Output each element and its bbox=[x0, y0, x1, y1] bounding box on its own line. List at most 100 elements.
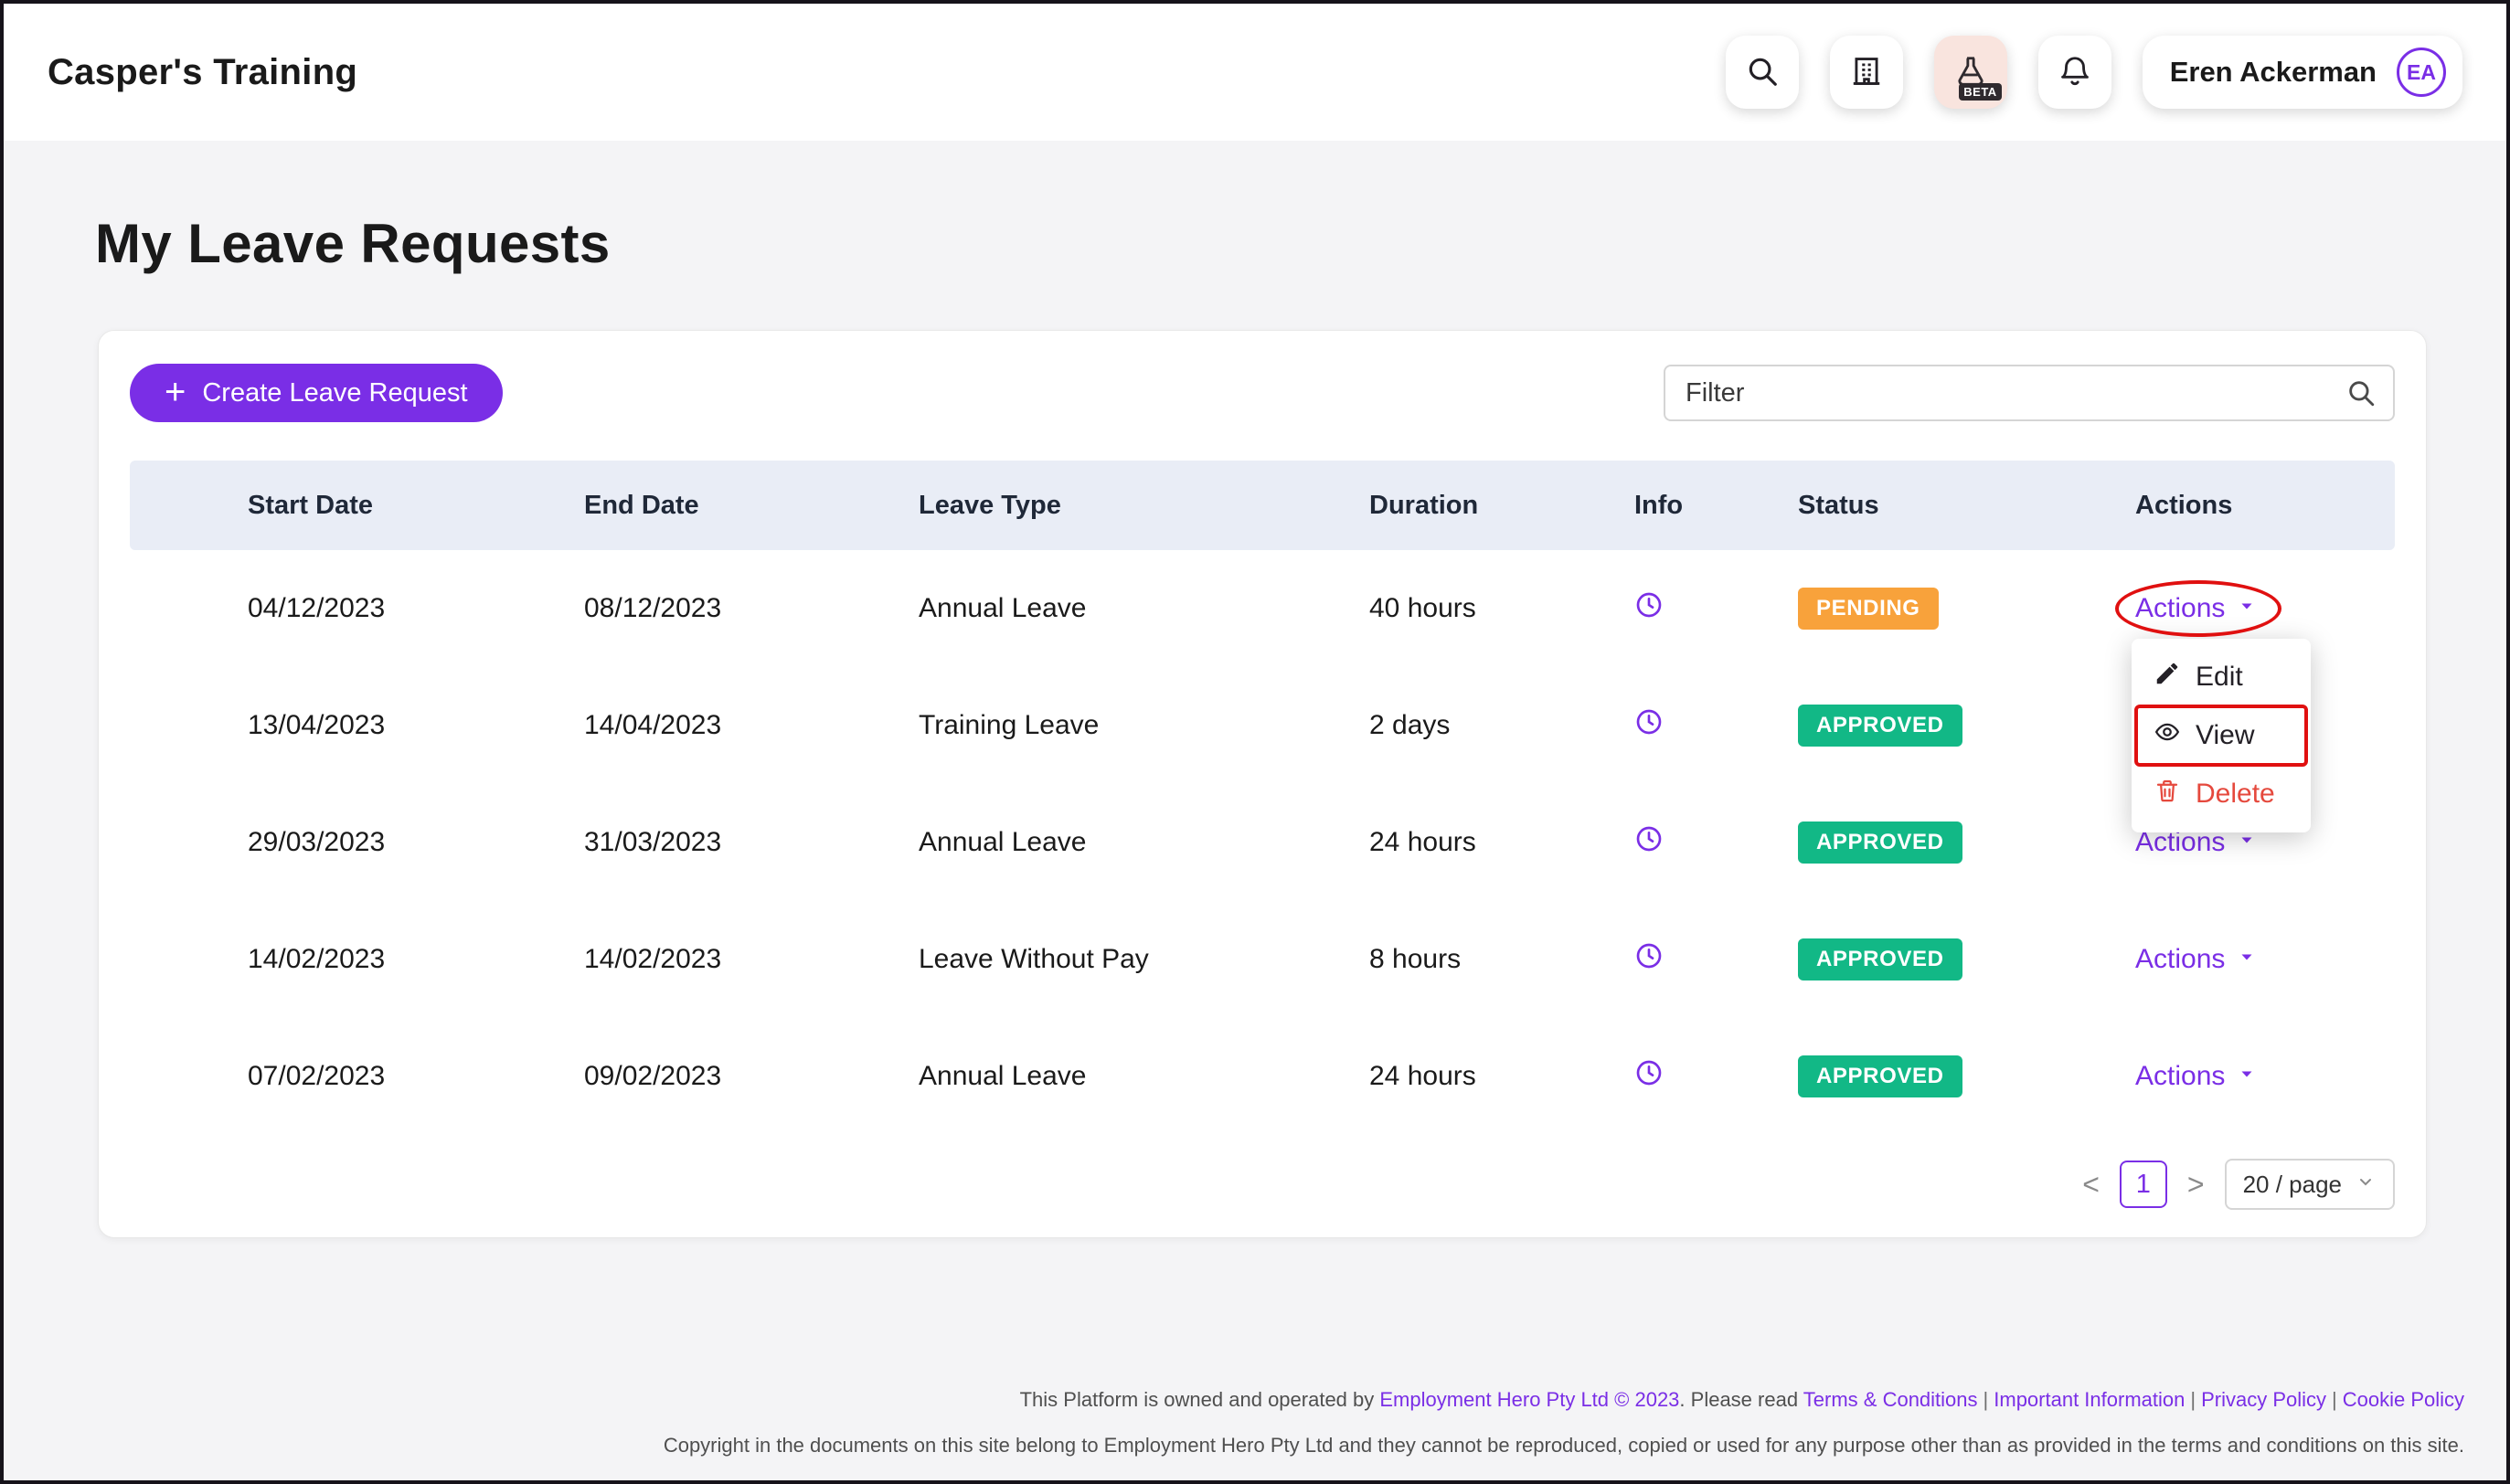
column-header-start-date: Start Date bbox=[248, 491, 584, 521]
clock-icon[interactable] bbox=[1634, 1058, 1664, 1087]
menu-item-delete[interactable]: Delete bbox=[2132, 765, 2311, 823]
beta-badge: BETA bbox=[1959, 83, 2001, 101]
top-bar: Casper's Training BETA Eren Ackerman EA bbox=[4, 4, 2506, 141]
cell-duration: 24 hours bbox=[1369, 1061, 1634, 1092]
employment-hero-link[interactable]: Employment Hero Pty Ltd © 2023 bbox=[1379, 1388, 1679, 1411]
next-page-button[interactable]: > bbox=[2186, 1168, 2207, 1202]
menu-item-view[interactable]: View bbox=[2132, 706, 2311, 765]
pencil-icon bbox=[2154, 660, 2181, 694]
cell-leave-type: Annual Leave bbox=[919, 593, 1369, 624]
app-window: Casper's Training BETA Eren Ackerman EA … bbox=[0, 0, 2510, 1484]
eye-icon bbox=[2154, 718, 2181, 753]
status-badge: APPROVED bbox=[1798, 938, 1962, 980]
cell-end-date: 08/12/2023 bbox=[584, 593, 919, 624]
clock-icon[interactable] bbox=[1634, 941, 1664, 970]
clock-icon[interactable] bbox=[1634, 707, 1664, 737]
search-icon[interactable] bbox=[2345, 377, 2377, 408]
notifications-button[interactable] bbox=[2038, 36, 2111, 109]
clock-icon[interactable] bbox=[1634, 824, 1664, 853]
clock-icon[interactable] bbox=[1634, 590, 1664, 620]
menu-item-view-label: View bbox=[2196, 720, 2254, 751]
current-page[interactable]: 1 bbox=[2120, 1161, 2167, 1208]
leave-requests-card: + Create Leave Request Start Date End Da… bbox=[98, 330, 2427, 1238]
card-toolbar: + Create Leave Request bbox=[130, 364, 2395, 422]
important-information-link[interactable]: Important Information bbox=[1994, 1388, 2185, 1411]
separator: | bbox=[2326, 1388, 2343, 1411]
cell-duration: 8 hours bbox=[1369, 944, 1634, 975]
cell-start-date: 07/02/2023 bbox=[248, 1061, 584, 1092]
chevron-down-icon bbox=[2236, 593, 2258, 624]
chevron-down-icon bbox=[2236, 1061, 2258, 1092]
status-badge: APPROVED bbox=[1798, 822, 1962, 864]
privacy-policy-link[interactable]: Privacy Policy bbox=[2201, 1388, 2326, 1411]
search-icon bbox=[1745, 54, 1780, 91]
organisation-button[interactable] bbox=[1830, 36, 1903, 109]
user-menu[interactable]: Eren Ackerman EA bbox=[2143, 36, 2462, 109]
footer-line-2: Copyright in the documents on this site … bbox=[664, 1431, 2464, 1460]
create-leave-request-label: Create Leave Request bbox=[202, 378, 467, 408]
cell-end-date: 14/02/2023 bbox=[584, 944, 919, 975]
table-row: 13/04/2023 14/04/2023 Training Leave 2 d… bbox=[130, 667, 2395, 784]
column-header-info: Info bbox=[1634, 491, 1798, 521]
table-header-row: Start Date End Date Leave Type Duration … bbox=[130, 461, 2395, 550]
filter-input[interactable] bbox=[1664, 365, 2395, 421]
separator: | bbox=[2185, 1388, 2201, 1411]
column-header-status: Status bbox=[1798, 491, 2135, 521]
column-header-end-date: End Date bbox=[584, 491, 919, 521]
user-name: Eren Ackerman bbox=[2170, 56, 2377, 89]
cell-start-date: 13/04/2023 bbox=[248, 710, 584, 741]
cell-leave-type: Annual Leave bbox=[919, 827, 1369, 858]
search-button[interactable] bbox=[1726, 36, 1799, 109]
building-icon bbox=[1849, 54, 1884, 91]
table-row: 04/12/2023 08/12/2023 Annual Leave 40 ho… bbox=[130, 550, 2395, 667]
cell-start-date: 04/12/2023 bbox=[248, 593, 584, 624]
prev-page-button[interactable]: < bbox=[2080, 1168, 2101, 1202]
menu-item-delete-label: Delete bbox=[2196, 779, 2275, 810]
header-actions: BETA Eren Ackerman EA bbox=[1726, 36, 2462, 109]
cell-duration: 24 hours bbox=[1369, 827, 1634, 858]
page-size-value: 20 / page bbox=[2243, 1171, 2342, 1199]
terms-conditions-link[interactable]: Terms & Conditions bbox=[1803, 1388, 1978, 1411]
menu-item-edit-label: Edit bbox=[2196, 662, 2243, 693]
actions-dropdown-button[interactable]: Actions bbox=[2135, 593, 2258, 624]
cell-leave-type: Leave Without Pay bbox=[919, 944, 1369, 975]
actions-menu: Edit View Delete bbox=[2132, 639, 2311, 832]
footer: This Platform is owned and operated by E… bbox=[664, 1385, 2464, 1460]
chevron-down-icon bbox=[2355, 1171, 2377, 1199]
page-title: My Leave Requests bbox=[95, 212, 2506, 275]
table-row: 29/03/2023 31/03/2023 Annual Leave 24 ho… bbox=[130, 784, 2395, 901]
column-header-actions: Actions bbox=[2135, 491, 2395, 521]
app-title: Casper's Training bbox=[48, 52, 357, 93]
footer-text: This Platform is owned and operated by bbox=[1020, 1388, 1380, 1411]
cookie-policy-link[interactable]: Cookie Policy bbox=[2343, 1388, 2464, 1411]
separator: | bbox=[1978, 1388, 1994, 1411]
cell-start-date: 14/02/2023 bbox=[248, 944, 584, 975]
actions-label: Actions bbox=[2135, 593, 2225, 624]
pagination: < 1 > 20 / page bbox=[130, 1159, 2395, 1210]
filter-field bbox=[1664, 365, 2395, 421]
status-badge: APPROVED bbox=[1798, 1055, 1962, 1097]
page-size-select[interactable]: 20 / page bbox=[2225, 1159, 2395, 1210]
cell-leave-type: Training Leave bbox=[919, 710, 1369, 741]
actions-dropdown-button[interactable]: Actions bbox=[2135, 1061, 2258, 1092]
menu-item-edit[interactable]: Edit bbox=[2132, 648, 2311, 706]
avatar: EA bbox=[2397, 48, 2446, 97]
status-badge: APPROVED bbox=[1798, 705, 1962, 747]
actions-label: Actions bbox=[2135, 1061, 2225, 1092]
create-leave-request-button[interactable]: + Create Leave Request bbox=[130, 364, 503, 422]
bell-icon bbox=[2058, 54, 2092, 91]
actions-label: Actions bbox=[2135, 944, 2225, 975]
actions-dropdown-button[interactable]: Actions bbox=[2135, 944, 2258, 975]
chevron-down-icon bbox=[2236, 944, 2258, 975]
cell-leave-type: Annual Leave bbox=[919, 1061, 1369, 1092]
footer-text: . Please read bbox=[1679, 1388, 1803, 1411]
footer-line-1: This Platform is owned and operated by E… bbox=[664, 1385, 2464, 1415]
cell-start-date: 29/03/2023 bbox=[248, 827, 584, 858]
cell-duration: 40 hours bbox=[1369, 593, 1634, 624]
status-badge: PENDING bbox=[1798, 588, 1939, 630]
column-header-duration: Duration bbox=[1369, 491, 1634, 521]
table-row: 07/02/2023 09/02/2023 Annual Leave 24 ho… bbox=[130, 1018, 2395, 1135]
column-header-leave-type: Leave Type bbox=[919, 491, 1369, 521]
cell-duration: 2 days bbox=[1369, 710, 1634, 741]
beta-features-button[interactable]: BETA bbox=[1934, 36, 2007, 109]
